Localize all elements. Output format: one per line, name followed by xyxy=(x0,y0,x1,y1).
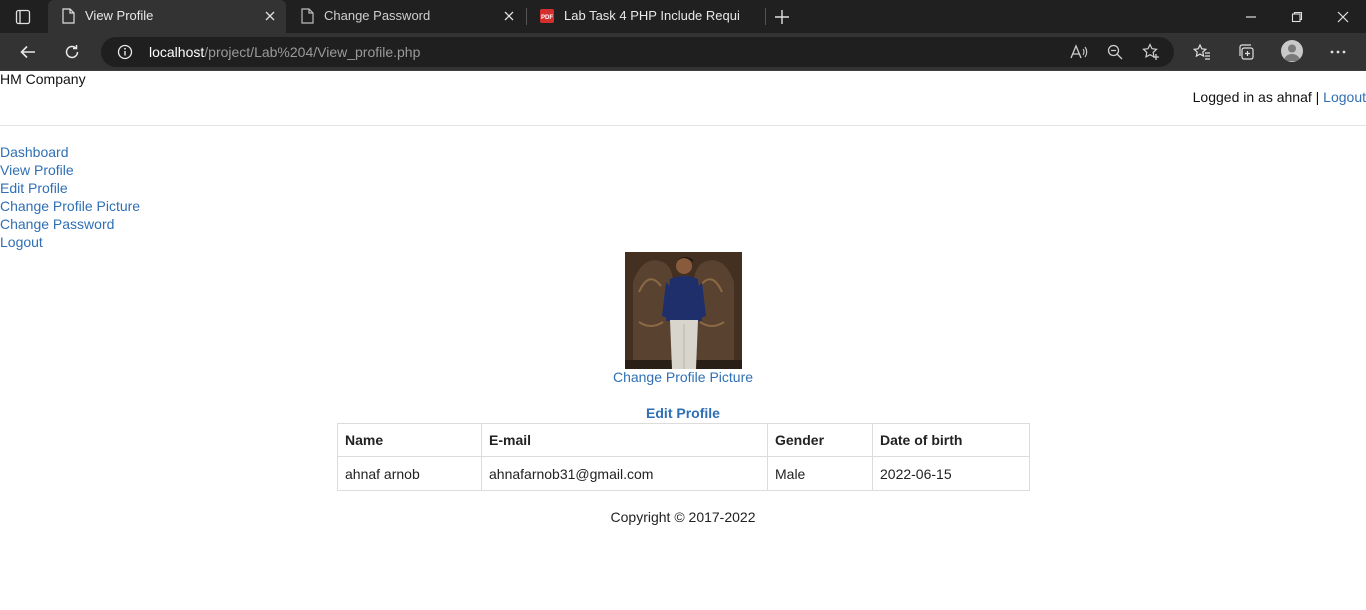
sidebar-item-logout[interactable]: Logout xyxy=(0,233,140,251)
column-header-date-of-birth: Date of birth xyxy=(872,423,1030,457)
read-aloud-icon[interactable] xyxy=(1069,42,1089,62)
sidebar-item-edit-profile[interactable]: Edit Profile xyxy=(0,179,140,197)
tab-title: Change Password xyxy=(324,8,431,23)
profile-table: Name E-mail Gender Date of birth ahnaf a… xyxy=(337,423,1030,491)
collections-icon xyxy=(1239,44,1254,60)
address-bar[interactable]: localhost/project/Lab%204/View_profile.p… xyxy=(101,37,1174,67)
company-name: HM Company xyxy=(0,71,86,87)
page-content: HM Company Logged in as ahnaf | Logout D… xyxy=(0,71,1366,610)
close-tab-icon[interactable] xyxy=(262,8,278,24)
new-tab-button[interactable] xyxy=(759,0,805,33)
sidebar-item-view-profile[interactable]: View Profile xyxy=(0,161,140,179)
close-tab-icon[interactable] xyxy=(501,8,517,24)
login-status: Logged in as ahnaf | Logout xyxy=(1193,89,1366,105)
column-header-name: Name xyxy=(337,423,482,457)
page-icon xyxy=(60,8,76,24)
settings-more-button[interactable] xyxy=(1322,36,1354,68)
cell-date-of-birth: 2022-06-15 xyxy=(872,456,1030,491)
restore-button[interactable] xyxy=(1274,0,1320,33)
sidebar-item-change-password[interactable]: Change Password xyxy=(0,215,140,233)
logged-in-text: Logged in as ahnaf | xyxy=(1192,89,1324,105)
pdf-icon: PDF xyxy=(539,8,555,24)
tab-view-profile[interactable]: View Profile xyxy=(48,0,286,33)
browser-tab-strip: View Profile Change Password PDF Lab Tas… xyxy=(0,0,1366,33)
sidebar-item-dashboard[interactable]: Dashboard xyxy=(0,143,140,161)
zoom-out-icon[interactable] xyxy=(1105,42,1125,62)
table-row: ahnaf arnob ahnafarnob31@gmail.com Male … xyxy=(337,456,1030,491)
url-host: localhost xyxy=(149,44,205,60)
tab-change-password[interactable]: Change Password xyxy=(287,0,525,33)
cell-email: ahnafarnob31@gmail.com xyxy=(481,456,768,491)
refresh-icon xyxy=(65,45,79,59)
profile-avatar[interactable] xyxy=(1281,40,1303,62)
edit-profile-link[interactable]: Edit Profile xyxy=(0,405,1366,421)
tab-title: View Profile xyxy=(85,8,154,23)
favorites-button[interactable] xyxy=(1186,36,1218,68)
column-header-email: E-mail xyxy=(481,423,768,457)
header-divider xyxy=(0,125,1366,126)
url-text: localhost/project/Lab%204/View_profile.p… xyxy=(149,44,420,60)
more-icon xyxy=(1330,50,1346,54)
cell-gender: Male xyxy=(767,456,873,491)
url-path: /project/Lab%204/View_profile.php xyxy=(204,44,421,60)
copyright-text: Copyright © 2017-2022 xyxy=(610,509,756,525)
site-info-icon[interactable] xyxy=(117,44,133,60)
user-icon xyxy=(1284,44,1300,61)
refresh-button[interactable] xyxy=(56,36,88,68)
browser-toolbar: localhost/project/Lab%204/View_profile.p… xyxy=(0,33,1366,71)
cell-name: ahnaf arnob xyxy=(337,456,482,491)
table-header-row: Name E-mail Gender Date of birth xyxy=(337,423,1030,457)
svg-text:PDF: PDF xyxy=(541,15,553,21)
change-profile-picture-link[interactable]: Change Profile Picture xyxy=(0,369,1366,385)
collections-button[interactable] xyxy=(1230,36,1262,68)
minimize-icon xyxy=(1246,15,1256,18)
header-logout-link[interactable]: Logout xyxy=(1323,89,1366,105)
plus-icon xyxy=(775,9,789,24)
close-window-button[interactable] xyxy=(1320,0,1366,33)
page-icon xyxy=(299,8,315,24)
add-favorite-icon[interactable] xyxy=(1141,42,1161,62)
sidebar-item-change-profile-picture[interactable]: Change Profile Picture xyxy=(0,197,140,215)
minimize-button[interactable] xyxy=(1228,0,1274,33)
tab-lab-task-pdf[interactable]: PDF Lab Task 4 PHP Include Require v xyxy=(527,0,765,33)
favorites-icon xyxy=(1193,43,1210,60)
back-arrow-icon xyxy=(20,45,35,59)
tab-actions-button[interactable] xyxy=(0,0,46,33)
back-button[interactable] xyxy=(12,36,44,68)
close-icon xyxy=(1337,11,1349,22)
restore-icon xyxy=(1291,11,1303,22)
sidebar-nav: Dashboard View Profile Edit Profile Chan… xyxy=(0,143,140,251)
tab-title: Lab Task 4 PHP Include Require v xyxy=(564,8,740,23)
tab-actions-icon xyxy=(15,9,31,24)
profile-photo xyxy=(625,252,742,369)
column-header-gender: Gender xyxy=(767,423,873,457)
